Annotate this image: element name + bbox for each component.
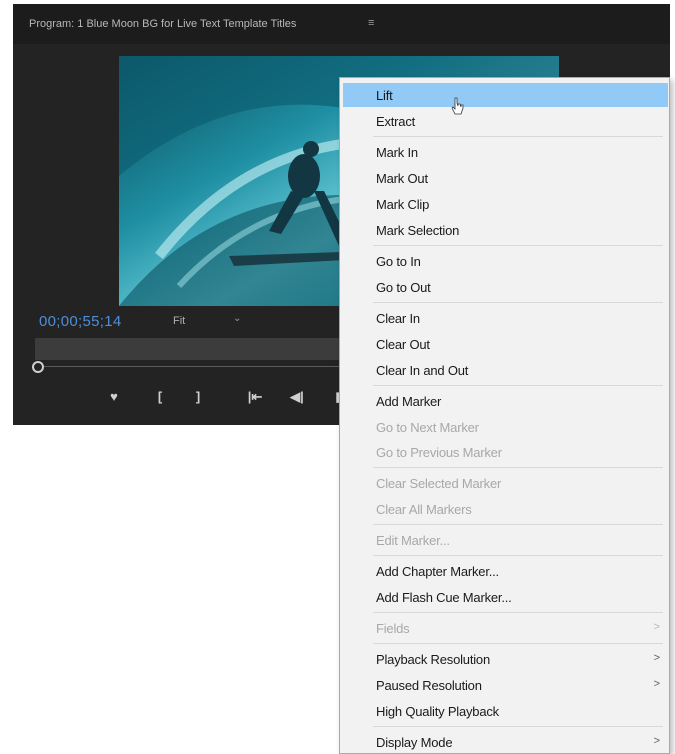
playhead-timecode[interactable]: 00;00;55;14: [39, 313, 122, 330]
submenu-arrow-icon: >: [653, 678, 660, 690]
menu-item-label: Extract: [376, 114, 416, 129]
menu-item-label: Go to Previous Marker: [376, 445, 502, 460]
menu-item-label: Clear In: [376, 311, 420, 326]
menu-item-clear-out[interactable]: Clear Out: [343, 332, 668, 356]
menu-item-label: Mark In: [376, 145, 418, 160]
panel-title[interactable]: Program: 1 Blue Moon BG for Live Text Te…: [29, 18, 296, 30]
menu-item-label: Paused Resolution: [376, 678, 482, 693]
menu-item-edit-marker: Edit Marker...: [343, 528, 668, 552]
mouse-cursor-icon: [451, 97, 464, 115]
menu-item-clear-all-markers: Clear All Markers: [343, 497, 668, 521]
menu-item-mark-selection[interactable]: Mark Selection: [343, 218, 668, 242]
menu-item-label: Go to Next Marker: [376, 420, 479, 435]
menu-item-go-to-out[interactable]: Go to Out: [343, 275, 668, 299]
submenu-arrow-icon: >: [653, 621, 660, 633]
menu-separator: [373, 385, 663, 386]
menu-separator: [373, 555, 663, 556]
mark-out-button[interactable]: ]: [189, 389, 207, 404]
add-marker-button[interactable]: ♥: [105, 389, 123, 404]
menu-item-extract[interactable]: Extract: [343, 109, 668, 133]
submenu-arrow-icon: >: [653, 652, 660, 664]
step-back-button[interactable]: ◀|: [288, 389, 306, 405]
menu-item-clear-in-and-out[interactable]: Clear In and Out: [343, 358, 668, 382]
menu-item-go-to-in[interactable]: Go to In: [343, 249, 668, 273]
mark-in-button[interactable]: [: [151, 389, 169, 404]
menu-item-label: Display Mode: [376, 735, 453, 750]
menu-item-label: Lift: [376, 88, 393, 103]
panel-tab-bar: Program: 1 Blue Moon BG for Live Text Te…: [13, 4, 670, 44]
menu-item-label: High Quality Playback: [376, 704, 499, 719]
menu-item-label: Clear Selected Marker: [376, 476, 502, 491]
menu-item-label: Go to Out: [376, 280, 431, 295]
menu-item-label: Add Flash Cue Marker...: [376, 590, 512, 605]
menu-item-clear-selected-marker: Clear Selected Marker: [343, 471, 668, 495]
menu-separator: [373, 726, 663, 727]
menu-item-clear-in[interactable]: Clear In: [343, 306, 668, 330]
menu-item-add-flash-cue-marker[interactable]: Add Flash Cue Marker...: [343, 585, 668, 609]
menu-item-mark-clip[interactable]: Mark Clip: [343, 192, 668, 216]
menu-item-label: Fields: [376, 621, 410, 636]
playhead-handle[interactable]: [32, 361, 44, 373]
menu-item-label: Go to In: [376, 254, 421, 269]
menu-item-fields: Fields >: [343, 616, 668, 640]
menu-item-label: Edit Marker...: [376, 533, 450, 548]
menu-item-mark-in[interactable]: Mark In: [343, 140, 668, 164]
menu-item-add-chapter-marker[interactable]: Add Chapter Marker...: [343, 559, 668, 583]
menu-item-lift[interactable]: Lift: [343, 83, 668, 107]
menu-item-mark-out[interactable]: Mark Out: [343, 166, 668, 190]
menu-item-label: Mark Out: [376, 171, 428, 186]
menu-separator: [373, 524, 663, 525]
menu-item-label: Add Marker: [376, 394, 442, 409]
menu-separator: [373, 643, 663, 644]
menu-item-go-to-next-marker: Go to Next Marker: [343, 415, 668, 439]
menu-item-high-quality-playback[interactable]: High Quality Playback: [343, 699, 668, 723]
go-to-in-button[interactable]: |⇤: [246, 389, 264, 405]
menu-separator: [373, 612, 663, 613]
submenu-arrow-icon: >: [653, 735, 660, 747]
menu-item-add-marker[interactable]: Add Marker: [343, 389, 668, 413]
menu-separator: [373, 245, 663, 246]
menu-item-paused-resolution[interactable]: Paused Resolution >: [343, 673, 668, 697]
menu-item-label: Clear All Markers: [376, 502, 472, 517]
menu-item-label: Mark Selection: [376, 223, 460, 238]
menu-item-playback-resolution[interactable]: Playback Resolution >: [343, 647, 668, 671]
menu-separator: [373, 467, 663, 468]
menu-item-go-to-previous-marker: Go to Previous Marker: [343, 440, 668, 464]
menu-item-label: Clear In and Out: [376, 363, 469, 378]
menu-item-label: Playback Resolution: [376, 652, 490, 667]
menu-item-label: Add Chapter Marker...: [376, 564, 499, 579]
menu-separator: [373, 136, 663, 137]
menu-item-label: Mark Clip: [376, 197, 430, 212]
monitor-context-menu: Lift Extract Mark In Mark Out Mark Clip Mark …: [339, 77, 670, 754]
menu-item-display-mode[interactable]: Display Mode >: [343, 730, 668, 754]
chevron-down-icon[interactable]: ⌄: [233, 313, 241, 324]
menu-item-label: Clear Out: [376, 337, 430, 352]
zoom-level-select[interactable]: Fit: [173, 315, 185, 327]
panel-menu-icon[interactable]: ≡: [368, 17, 374, 29]
menu-separator: [373, 302, 663, 303]
